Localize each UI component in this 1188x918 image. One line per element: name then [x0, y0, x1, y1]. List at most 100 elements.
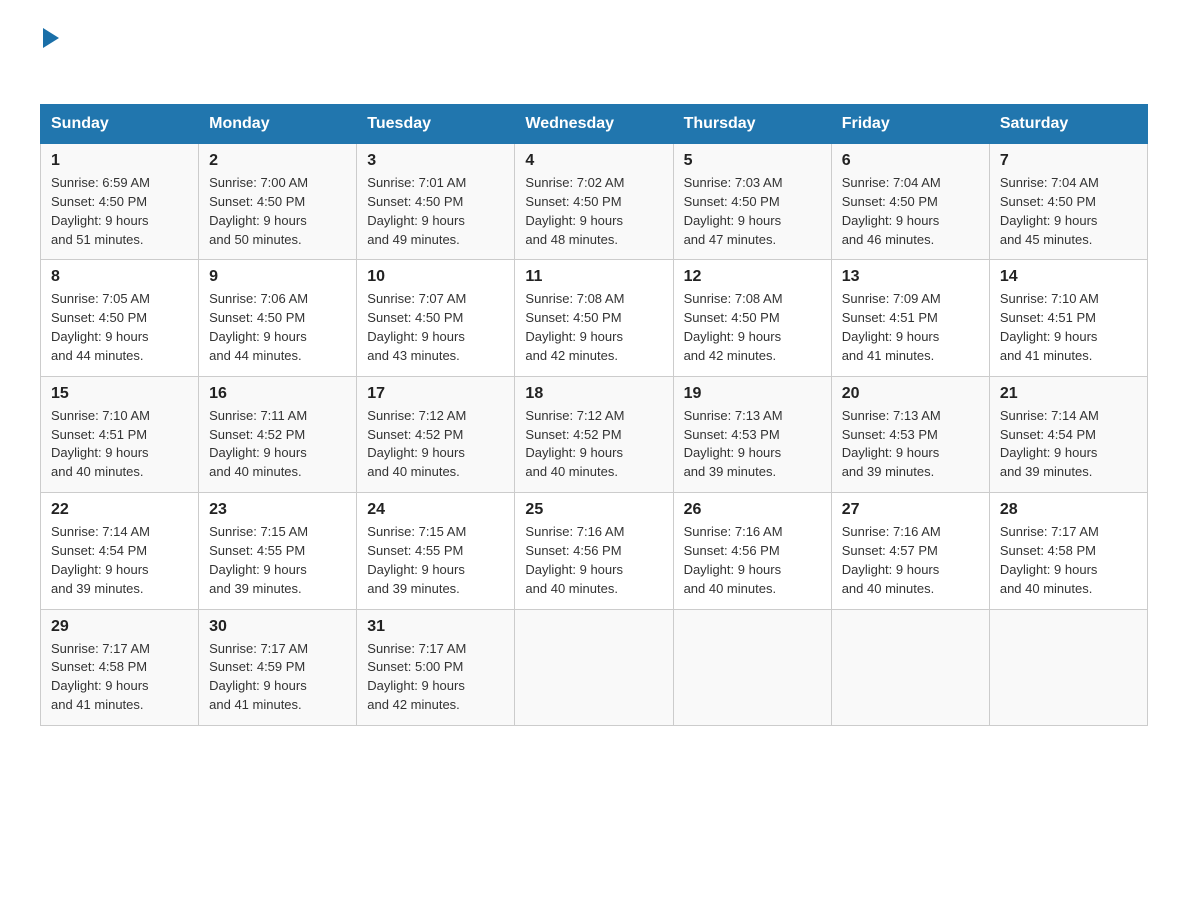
day-info: Sunrise: 7:10 AMSunset: 4:51 PMDaylight:…	[51, 407, 188, 482]
day-info: Sunrise: 7:09 AMSunset: 4:51 PMDaylight:…	[842, 290, 979, 365]
day-info: Sunrise: 7:11 AMSunset: 4:52 PMDaylight:…	[209, 407, 346, 482]
column-header-monday: Monday	[199, 105, 357, 144]
calendar-cell: 15 Sunrise: 7:10 AMSunset: 4:51 PMDayligh…	[41, 376, 199, 492]
day-number: 19	[684, 385, 821, 403]
day-number: 1	[51, 152, 188, 170]
day-number: 18	[525, 385, 662, 403]
calendar-cell	[673, 609, 831, 725]
day-number: 13	[842, 268, 979, 286]
calendar-cell: 25 Sunrise: 7:16 AMSunset: 4:56 PMDayligh…	[515, 493, 673, 609]
day-info: Sunrise: 7:10 AMSunset: 4:51 PMDaylight:…	[1000, 290, 1137, 365]
calendar-cell: 8 Sunrise: 7:05 AMSunset: 4:50 PMDaylight…	[41, 260, 199, 376]
calendar-cell: 24 Sunrise: 7:15 AMSunset: 4:55 PMDayligh…	[357, 493, 515, 609]
calendar-cell	[831, 609, 989, 725]
calendar-week-4: 22 Sunrise: 7:14 AMSunset: 4:54 PMDayligh…	[41, 493, 1148, 609]
calendar-cell	[515, 609, 673, 725]
day-info: Sunrise: 7:05 AMSunset: 4:50 PMDaylight:…	[51, 290, 188, 365]
day-info: Sunrise: 7:04 AMSunset: 4:50 PMDaylight:…	[1000, 174, 1137, 249]
day-info: Sunrise: 7:00 AMSunset: 4:50 PMDaylight:…	[209, 174, 346, 249]
day-info: Sunrise: 7:14 AMSunset: 4:54 PMDaylight:…	[1000, 407, 1137, 482]
column-header-friday: Friday	[831, 105, 989, 144]
calendar-cell: 26 Sunrise: 7:16 AMSunset: 4:56 PMDayligh…	[673, 493, 831, 609]
calendar-week-3: 15 Sunrise: 7:10 AMSunset: 4:51 PMDayligh…	[41, 376, 1148, 492]
calendar-cell: 18 Sunrise: 7:12 AMSunset: 4:52 PMDayligh…	[515, 376, 673, 492]
calendar-cell: 6 Sunrise: 7:04 AMSunset: 4:50 PMDaylight…	[831, 144, 989, 260]
calendar-cell: 16 Sunrise: 7:11 AMSunset: 4:52 PMDayligh…	[199, 376, 357, 492]
day-number: 22	[51, 501, 188, 519]
day-number: 23	[209, 501, 346, 519]
calendar-cell: 20 Sunrise: 7:13 AMSunset: 4:53 PMDayligh…	[831, 376, 989, 492]
logo-arrow-icon	[43, 28, 59, 48]
day-number: 28	[1000, 501, 1137, 519]
calendar-cell: 23 Sunrise: 7:15 AMSunset: 4:55 PMDayligh…	[199, 493, 357, 609]
calendar-cell	[989, 609, 1147, 725]
logo	[40, 30, 59, 84]
calendar-week-2: 8 Sunrise: 7:05 AMSunset: 4:50 PMDaylight…	[41, 260, 1148, 376]
calendar-cell: 29 Sunrise: 7:17 AMSunset: 4:58 PMDayligh…	[41, 609, 199, 725]
day-info: Sunrise: 6:59 AMSunset: 4:50 PMDaylight:…	[51, 174, 188, 249]
calendar-cell: 13 Sunrise: 7:09 AMSunset: 4:51 PMDayligh…	[831, 260, 989, 376]
day-info: Sunrise: 7:14 AMSunset: 4:54 PMDaylight:…	[51, 523, 188, 598]
day-number: 29	[51, 618, 188, 636]
day-info: Sunrise: 7:16 AMSunset: 4:56 PMDaylight:…	[525, 523, 662, 598]
day-number: 31	[367, 618, 504, 636]
day-info: Sunrise: 7:17 AMSunset: 4:59 PMDaylight:…	[209, 640, 346, 715]
day-info: Sunrise: 7:15 AMSunset: 4:55 PMDaylight:…	[367, 523, 504, 598]
calendar-cell: 5Sunrise: 7:03 AMSunset: 4:50 PMDaylight…	[673, 144, 831, 260]
day-number: 16	[209, 385, 346, 403]
day-info: Sunrise: 7:13 AMSunset: 4:53 PMDaylight:…	[842, 407, 979, 482]
day-info: Sunrise: 7:16 AMSunset: 4:57 PMDaylight:…	[842, 523, 979, 598]
day-number: 11	[525, 268, 662, 286]
calendar-cell: 10 Sunrise: 7:07 AMSunset: 4:50 PMDayligh…	[357, 260, 515, 376]
day-info: Sunrise: 7:17 AMSunset: 4:58 PMDaylight:…	[51, 640, 188, 715]
day-number: 15	[51, 385, 188, 403]
calendar-table: SundayMondayTuesdayWednesdayThursdayFrid…	[40, 104, 1148, 726]
calendar-cell: 30 Sunrise: 7:17 AMSunset: 4:59 PMDayligh…	[199, 609, 357, 725]
day-number: 24	[367, 501, 504, 519]
day-info: Sunrise: 7:06 AMSunset: 4:50 PMDaylight:…	[209, 290, 346, 365]
calendar-cell: 2 Sunrise: 7:00 AMSunset: 4:50 PMDaylight…	[199, 144, 357, 260]
day-number: 8	[51, 268, 188, 286]
day-number: 4	[525, 152, 662, 170]
day-number: 21	[1000, 385, 1137, 403]
column-header-sunday: Sunday	[41, 105, 199, 144]
day-info: Sunrise: 7:01 AMSunset: 4:50 PMDaylight:…	[367, 174, 504, 249]
calendar-cell: 12 Sunrise: 7:08 AMSunset: 4:50 PMDayligh…	[673, 260, 831, 376]
day-number: 10	[367, 268, 504, 286]
page-header	[40, 30, 1148, 84]
calendar-cell: 19 Sunrise: 7:13 AMSunset: 4:53 PMDayligh…	[673, 376, 831, 492]
day-number: 2	[209, 152, 346, 170]
day-info: Sunrise: 7:13 AMSunset: 4:53 PMDaylight:…	[684, 407, 821, 482]
day-number: 25	[525, 501, 662, 519]
calendar-cell: 28 Sunrise: 7:17 AMSunset: 4:58 PMDayligh…	[989, 493, 1147, 609]
day-number: 26	[684, 501, 821, 519]
day-number: 12	[684, 268, 821, 286]
day-info: Sunrise: 7:15 AMSunset: 4:55 PMDaylight:…	[209, 523, 346, 598]
day-info: Sunrise: 7:07 AMSunset: 4:50 PMDaylight:…	[367, 290, 504, 365]
day-number: 20	[842, 385, 979, 403]
day-info: Sunrise: 7:17 AMSunset: 4:58 PMDaylight:…	[1000, 523, 1137, 598]
calendar-cell: 9 Sunrise: 7:06 AMSunset: 4:50 PMDaylight…	[199, 260, 357, 376]
calendar-cell: 14Sunrise: 7:10 AMSunset: 4:51 PMDayligh…	[989, 260, 1147, 376]
day-info: Sunrise: 7:08 AMSunset: 4:50 PMDaylight:…	[684, 290, 821, 365]
day-number: 27	[842, 501, 979, 519]
day-info: Sunrise: 7:03 AMSunset: 4:50 PMDaylight:…	[684, 174, 821, 249]
day-info: Sunrise: 7:04 AMSunset: 4:50 PMDaylight:…	[842, 174, 979, 249]
day-info: Sunrise: 7:16 AMSunset: 4:56 PMDaylight:…	[684, 523, 821, 598]
day-number: 7	[1000, 152, 1137, 170]
day-number: 9	[209, 268, 346, 286]
day-info: Sunrise: 7:12 AMSunset: 4:52 PMDaylight:…	[525, 407, 662, 482]
calendar-cell: 11 Sunrise: 7:08 AMSunset: 4:50 PMDayligh…	[515, 260, 673, 376]
column-header-saturday: Saturday	[989, 105, 1147, 144]
day-number: 3	[367, 152, 504, 170]
calendar-cell: 22 Sunrise: 7:14 AMSunset: 4:54 PMDayligh…	[41, 493, 199, 609]
column-header-thursday: Thursday	[673, 105, 831, 144]
day-info: Sunrise: 7:08 AMSunset: 4:50 PMDaylight:…	[525, 290, 662, 365]
column-header-wednesday: Wednesday	[515, 105, 673, 144]
day-number: 30	[209, 618, 346, 636]
day-number: 6	[842, 152, 979, 170]
calendar-cell: 7 Sunrise: 7:04 AMSunset: 4:50 PMDaylight…	[989, 144, 1147, 260]
day-info: Sunrise: 7:17 AMSunset: 5:00 PMDaylight:…	[367, 640, 504, 715]
day-info: Sunrise: 7:02 AMSunset: 4:50 PMDaylight:…	[525, 174, 662, 249]
calendar-cell: 21 Sunrise: 7:14 AMSunset: 4:54 PMDayligh…	[989, 376, 1147, 492]
